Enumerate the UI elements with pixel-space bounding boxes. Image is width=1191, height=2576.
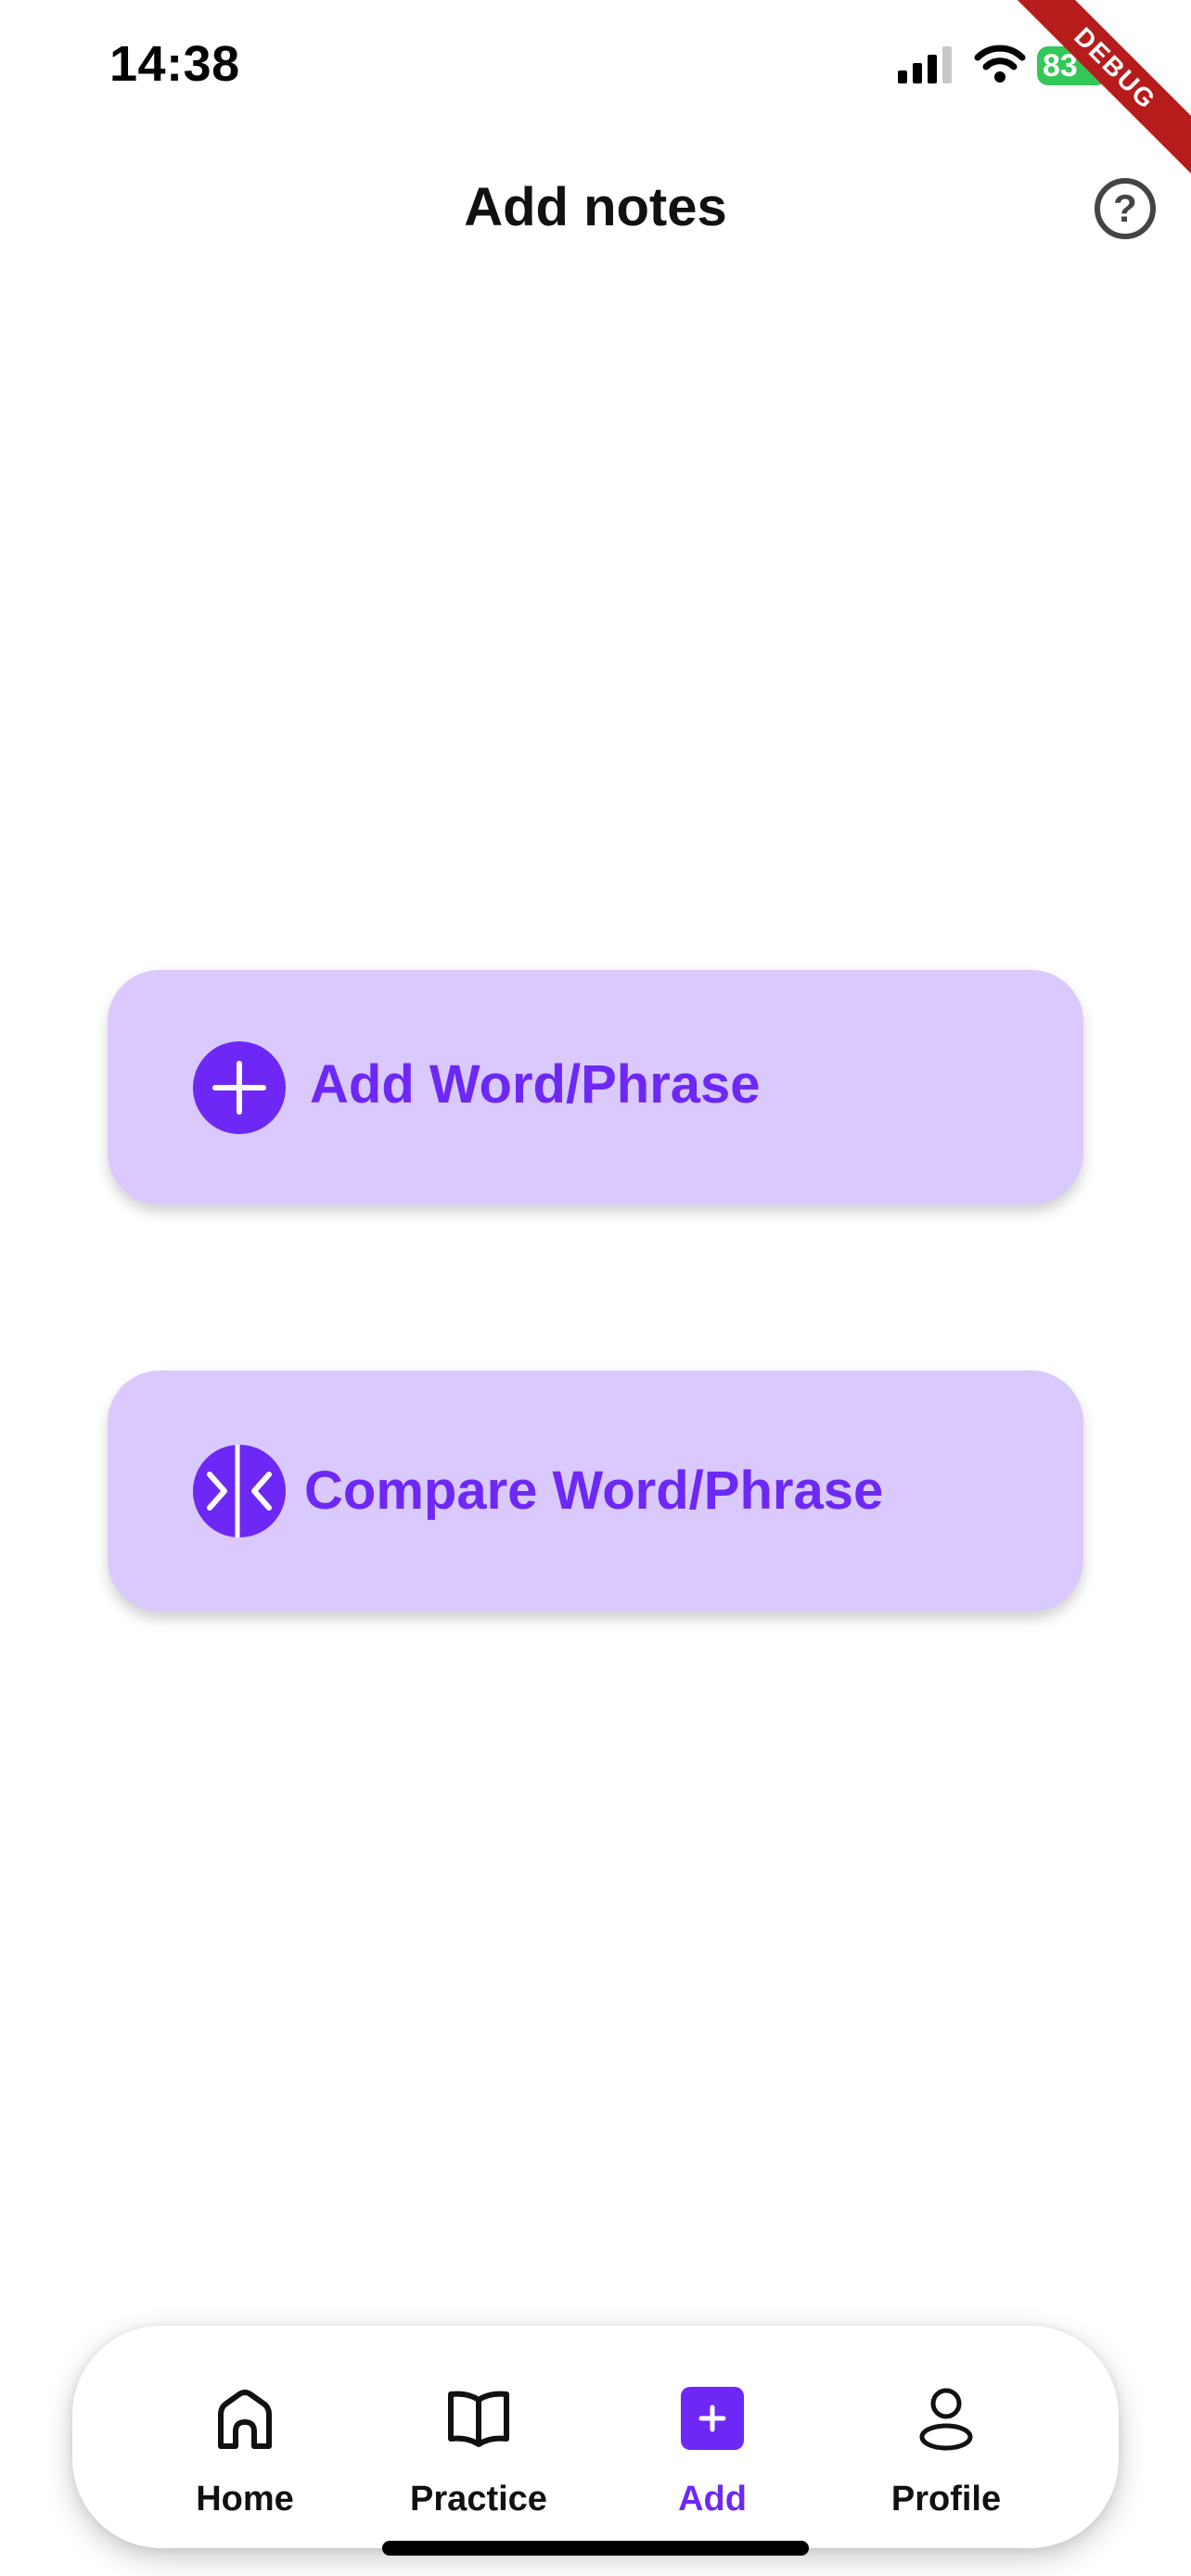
- page-title: Add notes: [464, 177, 727, 237]
- help-button[interactable]: ?: [1095, 178, 1156, 239]
- compare-arrows-icon: [193, 1445, 286, 1537]
- compare-word-phrase-button[interactable]: Compare Word/Phrase: [108, 1371, 1083, 1612]
- add-square-icon: [681, 2387, 744, 2450]
- add-word-phrase-label: Add Word/Phrase: [310, 1054, 761, 1115]
- person-icon: [919, 2388, 973, 2451]
- nav-item-home[interactable]: Home: [152, 2326, 338, 2548]
- plus-circle-icon: [193, 1041, 286, 1134]
- book-icon: [448, 2391, 509, 2447]
- nav-label-add: Add: [678, 2480, 747, 2519]
- nav-label-home: Home: [196, 2480, 294, 2519]
- question-circle-icon: ?: [1113, 186, 1137, 230]
- debug-banner: DEBUG: [995, 0, 1191, 188]
- nav-label-practice: Practice: [410, 2480, 547, 2519]
- bottom-nav-bar: Home Practice Add Profile: [72, 2326, 1119, 2548]
- nav-item-add[interactable]: Add: [620, 2326, 805, 2548]
- nav-label-profile: Profile: [890, 2480, 1002, 2519]
- add-word-phrase-button[interactable]: Add Word/Phrase: [108, 970, 1083, 1205]
- add-notes-screen: 14:38 83 DEBUG Add notes ? Add Word/Phra…: [0, 0, 1191, 2576]
- home-indicator: [382, 2541, 809, 2556]
- nav-item-profile[interactable]: Profile: [853, 2326, 1039, 2548]
- home-icon: [218, 2390, 272, 2449]
- status-time: 14:38: [109, 36, 240, 92]
- wifi-icon: [974, 45, 1026, 83]
- nav-item-practice[interactable]: Practice: [386, 2326, 571, 2548]
- cellular-signal-icon: [898, 46, 952, 83]
- compare-word-phrase-label: Compare Word/Phrase: [304, 1460, 884, 1521]
